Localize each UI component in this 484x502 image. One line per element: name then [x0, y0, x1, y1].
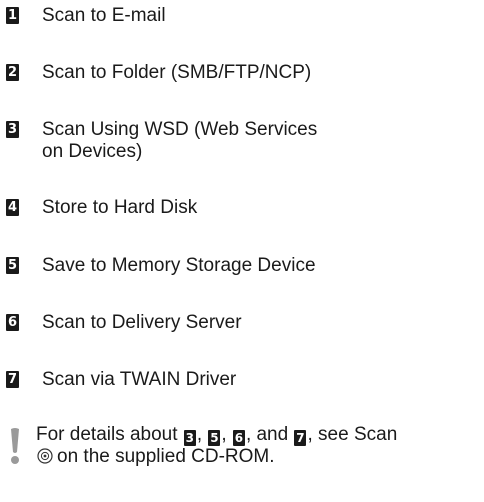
note: For details about 3, 5, 6, and 7, see Sc…: [8, 424, 476, 467]
cd-rom-icon: [37, 448, 53, 464]
item-number-badge: 2: [6, 64, 19, 81]
ref-badge: 5: [208, 430, 221, 446]
ref-badge: 6: [232, 430, 245, 446]
item-label: Scan via TWAIN Driver: [42, 369, 237, 390]
item-number-badge: 6: [6, 314, 19, 331]
item-label: Scan to Delivery Server: [42, 312, 242, 333]
list-item: 1 Scan to E-mail: [6, 5, 442, 27]
note-text: For details about 3, 5, 6, and 7, see Sc…: [36, 424, 398, 467]
item-label: Scan to E-mail: [42, 5, 166, 26]
list-item: 5 Save to Memory Storage Device: [6, 255, 442, 277]
exclamation-icon: [11, 428, 19, 464]
ref-badge: 3: [183, 430, 196, 446]
list-item: 3 Scan Using WSD (Web Services on Device…: [6, 119, 342, 163]
item-label: Scan Using WSD (Web Services on Devices): [42, 119, 318, 162]
item-number-badge: 7: [6, 371, 19, 388]
item-number-badge: 4: [6, 199, 19, 216]
item-label: Store to Hard Disk: [42, 197, 198, 218]
item-number-badge: 1: [6, 7, 19, 24]
list-item: 4 Store to Hard Disk: [6, 197, 442, 219]
item-label: Scan to Folder (SMB/FTP/NCP): [42, 62, 312, 83]
ref-badge: 7: [294, 430, 307, 446]
item-number-badge: 3: [6, 121, 19, 138]
item-label: Save to Memory Storage Device: [42, 255, 316, 276]
list-item: 6 Scan to Delivery Server: [6, 312, 442, 334]
item-number-badge: 5: [6, 257, 19, 274]
list-item: 7 Scan via TWAIN Driver: [6, 369, 442, 391]
list-item: 2 Scan to Folder (SMB/FTP/NCP): [6, 62, 442, 84]
